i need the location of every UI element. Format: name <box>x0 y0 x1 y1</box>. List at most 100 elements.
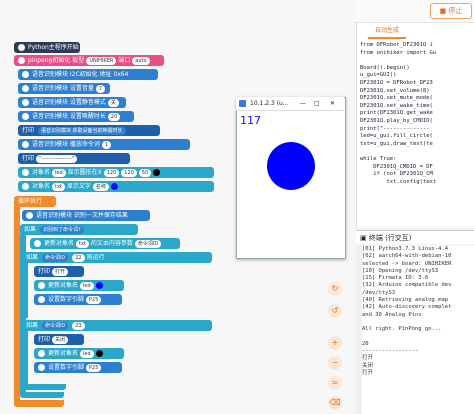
terminal-line: [10] Opening /dev/ttyS3 <box>362 267 439 274</box>
terminal-line: 关闭 <box>362 362 374 369</box>
block-if-close[interactable]: 如果 命令词ID 23 <box>22 320 212 331</box>
code-line: txt.config(text <box>360 178 437 185</box>
object-icon <box>34 240 41 247</box>
color-swatch[interactable] <box>95 282 103 289</box>
block-pin-off[interactable]: 设置数字引脚 P25 <box>34 362 122 373</box>
code-line: DF2301Q.set_mute_mode( <box>360 95 433 102</box>
maximize-icon[interactable]: □ <box>314 97 320 110</box>
block-update-text[interactable]: 更新对象名 txt 的文本内容参数 命令词ID <box>30 238 180 249</box>
object-icon <box>22 183 29 190</box>
color-swatch[interactable] <box>110 183 118 190</box>
object-icon <box>22 169 29 176</box>
color-swatch[interactable] <box>153 169 161 176</box>
block-set-mute[interactable]: 语音识别模块 设置静音模式关 <box>18 97 126 108</box>
block-if-open[interactable]: 如果 命令词ID 22 则运行 <box>22 252 212 263</box>
block-print-divider[interactable]: 打印 "-----------------" <box>18 153 130 164</box>
block-hat[interactable]: Python主程序开始 <box>14 42 80 53</box>
terminal-line: [40] Retrieving analog map <box>362 297 449 304</box>
voice-icon <box>26 212 33 219</box>
pinpong-icon <box>18 57 25 64</box>
if-close-bar <box>22 330 28 386</box>
terminal-line: 20 <box>362 340 369 347</box>
undo-icon[interactable]: ↺ <box>328 304 342 318</box>
code-line: DF2301Q.play_by_CMDID( <box>360 117 433 124</box>
reset-zoom-icon[interactable]: = <box>328 376 342 390</box>
code-line: from DFRobot_DF2301Q i <box>360 42 433 48</box>
if-close-foot <box>22 384 66 390</box>
stop-button[interactable]: ■ 停止 <box>430 3 472 19</box>
object-icon <box>38 350 45 357</box>
block-recognize[interactable]: 语音识别模块 识别一次并保存结果 <box>22 210 150 221</box>
python-icon <box>18 44 25 51</box>
window-value: 117 <box>240 114 261 127</box>
block-print-close[interactable]: 打印 关闭 <box>34 334 84 345</box>
block-update-led-on[interactable]: 更新对象名 led <box>34 280 124 291</box>
window-app-icon <box>239 100 246 107</box>
block-play-cmd[interactable]: 语音识别模块 播放命令词 1 <box>18 139 190 150</box>
pin-icon <box>38 296 45 303</box>
zoom-in-icon[interactable]: + <box>328 336 342 350</box>
code-line: DF2301Q.set_volume(8) <box>360 87 430 94</box>
loop-foot <box>14 400 64 407</box>
code-line: while True: <box>360 155 397 162</box>
color-swatch[interactable] <box>95 350 103 357</box>
terminal-line: 打开 <box>362 355 374 362</box>
code-line: from unihiker import Gu <box>360 49 437 56</box>
close-icon[interactable]: ✕ <box>330 97 335 110</box>
code-line: print(DF2301Q.get_wake <box>360 110 433 117</box>
voice-icon <box>22 71 29 78</box>
if-foot <box>20 392 64 398</box>
object-icon <box>38 282 45 289</box>
code-line: DF2301Q = DFRobot_DF23 <box>360 79 433 86</box>
code-view[interactable]: from DFRobot_DF2301Q i from unihiker impo… <box>360 42 474 227</box>
block-set-volume[interactable]: 语音识别模块 设置音量 7 <box>18 83 110 94</box>
tab-auto-generated[interactable]: 自动生成 <box>368 25 406 39</box>
block-draw-circle[interactable]: 对象名 led 显示圆形在X 120 120 50 <box>18 167 214 178</box>
terminal-line: /dev/ttyS3 <box>362 289 396 296</box>
terminal-line: ----------------- <box>362 348 419 355</box>
block-set-wake-time[interactable]: 语音识别模块 设置唤醒时长 20 <box>18 111 134 122</box>
voice-icon <box>22 85 29 92</box>
zoom-out-icon[interactable]: − <box>328 356 342 370</box>
block-pin-on[interactable]: 设置数字引脚 P25 <box>34 294 122 305</box>
block-update-led-off[interactable]: 更新对象名 led <box>34 348 124 359</box>
terminal-header: ▣ 终端 (行交互) <box>356 230 474 244</box>
block-loop[interactable]: 循环执行 <box>14 196 56 207</box>
led-circle <box>267 142 315 190</box>
code-line: print("-------------- <box>360 125 430 132</box>
terminal-line: and 30 Analog Pins <box>362 311 422 318</box>
block-print-wake[interactable]: 打印 语音识别模块 获取设备当前唤醒时长 <box>18 125 160 136</box>
block-draw-text[interactable]: 对象名 txt 显示文字 名称 <box>18 181 214 192</box>
trash-icon[interactable]: ⌫ <box>328 396 342 410</box>
pin-icon <box>38 364 45 371</box>
minimize-icon[interactable]: — <box>300 97 306 110</box>
code-line: DF2301Q_CMDID = DF <box>360 163 433 170</box>
block-voice-init[interactable]: 语音识别模块 I2C初始化 地址 0x64 <box>18 69 158 80</box>
terminal-line: selected -> board: UNIHIKER <box>362 260 452 267</box>
voice-icon <box>22 113 29 120</box>
terminal-line: [15] Firmata ID: 3.6 <box>362 275 429 282</box>
window-title: 10.1.2.3 (u... <box>250 100 289 107</box>
terminal-output[interactable]: [01] Python3.7.3 Linux-4.4 [02] aarch64-w… <box>362 246 474 414</box>
code-line: if (not DF2301Q_CM <box>360 171 433 178</box>
terminal-line: 打开 <box>362 370 374 377</box>
terminal-line: [42] Auto-discovery complet <box>362 304 452 311</box>
block-init[interactable]: pinpong初始化 板型 UNIHIKER 端口 auto <box>14 55 164 66</box>
code-line: u_gui=GUI() <box>360 72 397 79</box>
voice-icon <box>22 99 29 106</box>
window-titlebar[interactable]: 10.1.2.3 (u... — □ ✕ <box>236 97 344 111</box>
code-line: DF2301Q.set_wake_time( <box>360 102 433 109</box>
block-print-open[interactable]: 打印 打开 <box>34 266 84 277</box>
redo-icon[interactable]: ↻ <box>328 282 342 296</box>
terminal-line: [01] Python3.7.3 Linux-4.4 <box>362 246 449 252</box>
code-line: txt=u_gui.draw_text(te <box>360 140 433 147</box>
if-open-bar <box>22 262 28 318</box>
code-line: Board().begin() <box>360 64 410 71</box>
terminal-line: [32] Arduino compatible dev <box>362 282 452 289</box>
terminal-line: All right. PinPong go... <box>362 326 442 333</box>
block-if-detected[interactable]: 如果 识别到了命令词? <box>20 224 138 235</box>
